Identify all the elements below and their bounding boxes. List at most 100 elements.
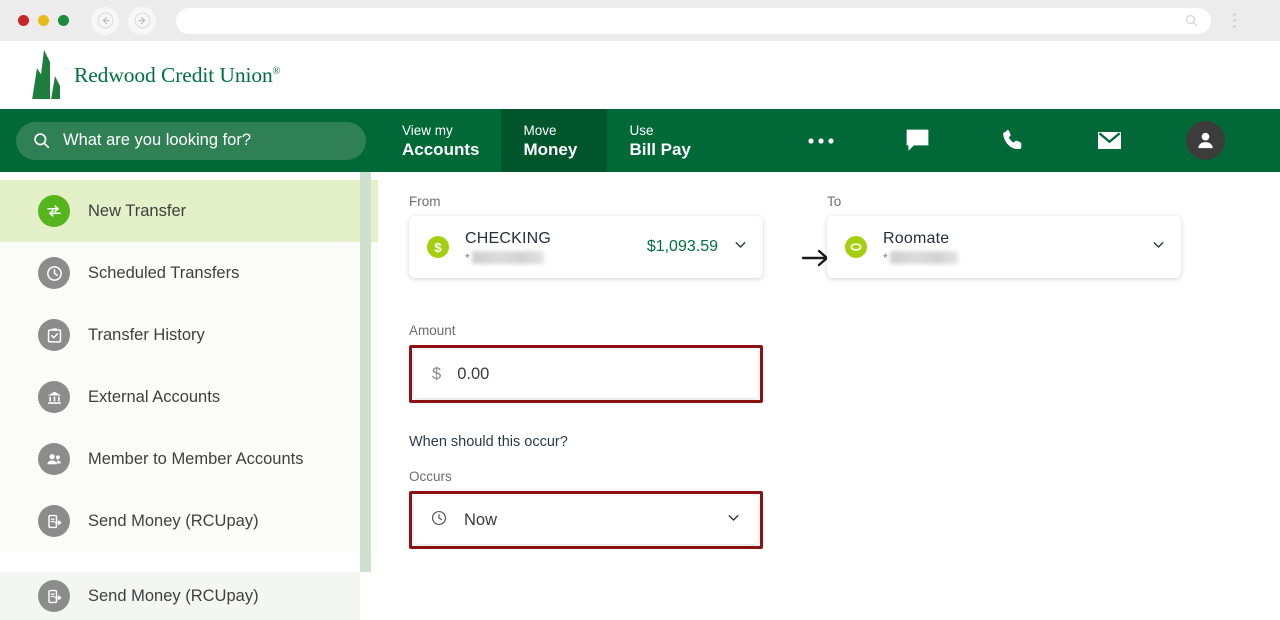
clock-icon: [430, 509, 448, 532]
sidebar-top-gap: [0, 172, 378, 180]
people-icon: [38, 443, 70, 475]
tab-top-label: Move: [523, 122, 557, 138]
tab-use-bill-pay[interactable]: Use Bill Pay: [607, 109, 713, 172]
redwood-tree-logo-icon: [30, 50, 64, 100]
sidebar-item-label: External Accounts: [88, 387, 221, 406]
forward-button[interactable]: [128, 6, 156, 35]
sidebar-item-external-accounts[interactable]: External Accounts: [0, 366, 378, 428]
chat-button[interactable]: [869, 109, 965, 172]
occurs-highlight-annotation: Now: [409, 491, 763, 549]
to-account-selector[interactable]: Roomate *: [827, 216, 1181, 278]
to-account-group: To Roomate *: [827, 194, 1181, 278]
sidebar-item-label: Send Money (RCUpay): [88, 586, 259, 605]
occurs-select[interactable]: Now: [414, 496, 758, 544]
to-account-mask: *: [883, 251, 1150, 265]
avatar: [1185, 121, 1225, 160]
nav-tabs: View my Accounts Move Money Use Bill Pay: [380, 109, 713, 172]
browser-nav-buttons: [91, 6, 156, 35]
sidebar-item-label: Scheduled Transfers: [88, 263, 240, 282]
sidebar-overflow-item[interactable]: Send Money (RCUpay): [0, 572, 360, 620]
amount-value: 0.00: [457, 364, 490, 383]
brand-name: Redwood Credit Union®: [74, 63, 280, 88]
from-account-balance: $1,093.59: [646, 238, 718, 255]
sidebar: New Transfer Scheduled Transfers Transfe…: [0, 172, 378, 572]
forward-arrow-icon: [134, 12, 150, 29]
amount-input[interactable]: $ 0.00: [414, 350, 758, 398]
masked-account-number: [471, 251, 544, 264]
minimize-window-button[interactable]: [38, 15, 49, 26]
chevron-down-icon[interactable]: [732, 236, 749, 258]
phone-icon: [1003, 129, 1022, 149]
brand-logo[interactable]: Redwood Credit Union®: [30, 50, 280, 100]
message-button[interactable]: [1061, 109, 1157, 172]
schedule-group: When should this occur? Occurs Now: [409, 434, 763, 549]
mask-prefix: *: [465, 250, 470, 265]
page-body: New Transfer Scheduled Transfers Transfe…: [0, 172, 1280, 620]
sidebar-item-label: Member to Member Accounts: [88, 449, 304, 468]
schedule-question: When should this occur?: [409, 434, 568, 450]
browser-menu-button[interactable]: [1225, 7, 1243, 35]
tab-top-label: Use: [629, 122, 654, 138]
bank-icon: [38, 381, 70, 413]
sidebar-item-new-transfer[interactable]: New Transfer: [0, 180, 378, 242]
back-arrow-icon: [97, 12, 113, 29]
from-account-name: CHECKING: [465, 229, 552, 247]
tab-bottom-label: Bill Pay: [629, 139, 691, 159]
sidebar-scrollbar-thumb[interactable]: [360, 172, 371, 572]
occurs-value: Now: [464, 510, 498, 529]
send-money-icon: [38, 580, 70, 612]
window-traffic-lights: [18, 15, 69, 26]
tab-top-label: View my: [402, 122, 453, 138]
to-account-details: Roomate *: [883, 230, 1150, 265]
search-input[interactable]: What are you looking for?: [16, 121, 366, 160]
from-account-selector[interactable]: $ CHECKING * $1,093.59: [409, 216, 763, 278]
chevron-down-icon[interactable]: [725, 509, 742, 531]
sidebar-item-label: New Transfer: [88, 201, 187, 220]
brand-trademark: ®: [272, 65, 281, 77]
sidebar-menu: New Transfer Scheduled Transfers Transfe…: [0, 180, 378, 552]
amount-label: Amount: [409, 323, 456, 338]
dollar-circle-icon: $: [427, 236, 449, 258]
brand-label: Redwood Credit Union: [74, 62, 273, 87]
to-label: To: [827, 194, 842, 209]
primary-navigation: What are you looking for? View my Accoun…: [0, 109, 1280, 172]
sidebar-item-scheduled-transfers[interactable]: Scheduled Transfers: [0, 242, 378, 304]
currency-symbol: $: [432, 364, 442, 383]
chat-bubble-icon: [906, 129, 929, 151]
search-icon: [1186, 15, 1198, 27]
account-menu-button[interactable]: [1157, 109, 1253, 172]
mask-prefix: *: [883, 250, 888, 265]
new-transfer-form: From $ CHECKING * $1,093.59 To Roomate *…: [378, 172, 1280, 620]
call-button[interactable]: [965, 109, 1061, 172]
user-avatar-icon: [1198, 132, 1213, 149]
amount-group: Amount $ 0.00: [409, 323, 763, 403]
tab-view-my-accounts[interactable]: View my Accounts: [380, 109, 501, 172]
tab-move-money[interactable]: Move Money: [501, 109, 608, 172]
from-account-group: From $ CHECKING * $1,093.59: [409, 194, 763, 278]
site-header: Redwood Credit Union®: [0, 41, 1280, 109]
back-button[interactable]: [91, 6, 119, 35]
sidebar-item-transfer-history[interactable]: Transfer History: [0, 304, 378, 366]
search-placeholder: What are you looking for?: [63, 131, 252, 149]
masked-account-number: [889, 251, 958, 264]
sidebar-item-member-to-member-accounts[interactable]: Member to Member Accounts: [0, 428, 378, 490]
address-bar[interactable]: [176, 7, 1211, 34]
clipboard-check-icon: [38, 319, 70, 351]
send-money-icon: [38, 505, 70, 537]
tab-bottom-label: Accounts: [402, 139, 480, 159]
nav-utility-icons: [773, 109, 1253, 172]
envelope-icon: [1097, 132, 1121, 149]
to-account-name: Roomate: [883, 229, 950, 247]
savings-oval-icon: [845, 236, 867, 258]
more-ellipsis-icon: [808, 137, 835, 144]
kebab-menu-icon: [1232, 13, 1236, 16]
more-menu-button[interactable]: [773, 109, 869, 172]
from-label: From: [409, 194, 441, 209]
search-icon: [34, 133, 50, 149]
chevron-down-icon[interactable]: [1150, 236, 1167, 258]
browser-toolbar: [0, 0, 1280, 41]
close-window-button[interactable]: [18, 15, 29, 26]
maximize-window-button[interactable]: [58, 15, 69, 26]
sidebar-item-send-money-rcupay[interactable]: Send Money (RCUpay): [0, 490, 378, 552]
occurs-label: Occurs: [409, 469, 452, 484]
